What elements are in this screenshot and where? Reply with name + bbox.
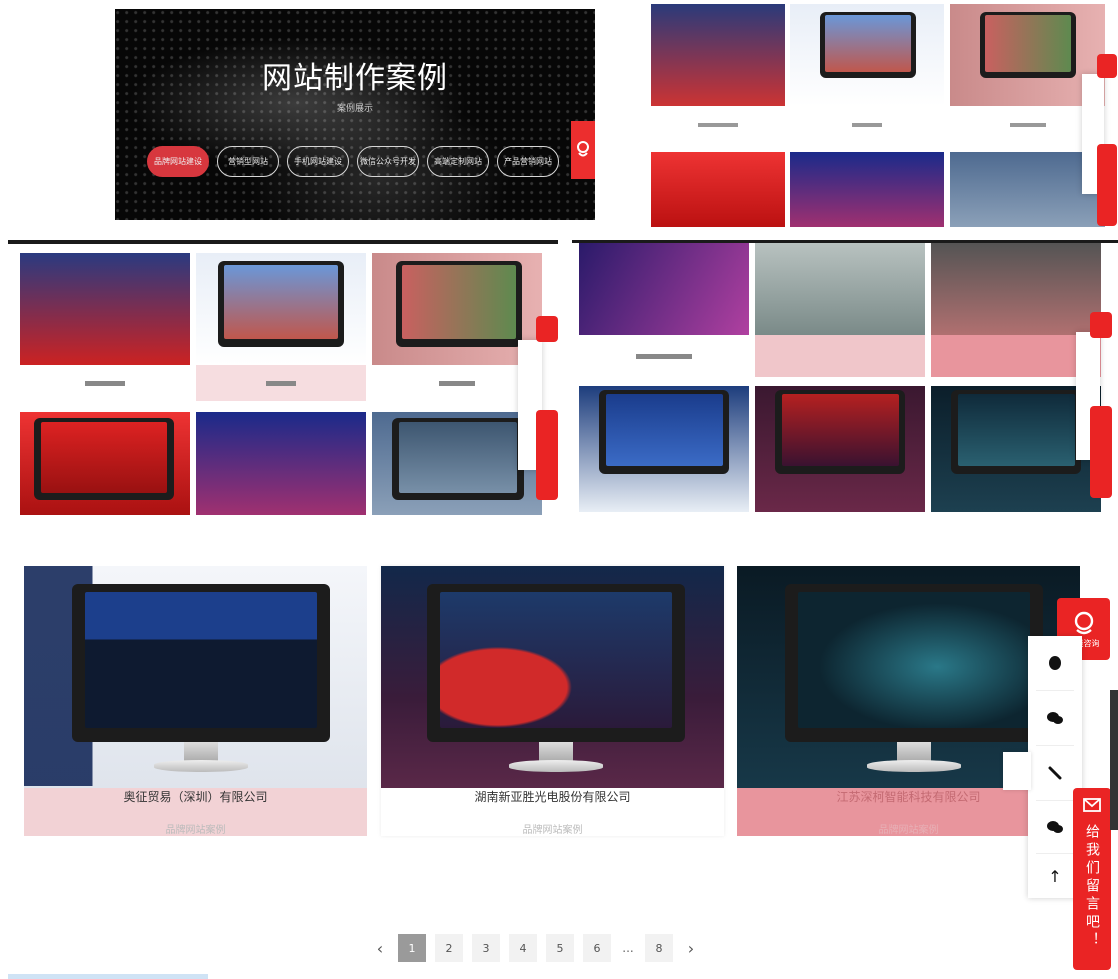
case-tag: 品牌网站案例 xyxy=(165,825,226,836)
headset-icon xyxy=(1074,611,1093,634)
case-card[interactable] xyxy=(372,412,542,515)
case-card[interactable] xyxy=(20,412,190,515)
page-button[interactable]: 4 xyxy=(509,934,537,962)
page-button[interactable]: 3 xyxy=(472,934,500,962)
case-card[interactable] xyxy=(579,386,749,512)
case-card[interactable] xyxy=(790,4,944,144)
case-name: 江苏深柯智能科技有限公司 xyxy=(836,790,981,804)
case-grid-thumbnail-2 xyxy=(8,240,558,515)
page-button[interactable]: 1 xyxy=(398,934,426,962)
category-filters: 品牌网站建设 营销型网站 手机网站建设 微信公众号开发 高端定制网站 产品营销网… xyxy=(147,146,559,177)
message-icon[interactable] xyxy=(1090,406,1112,498)
hero-title: 网站制作案例 xyxy=(262,61,448,96)
next-page-button[interactable]: › xyxy=(682,934,700,962)
case-card[interactable] xyxy=(651,4,785,144)
message-icon[interactable] xyxy=(1097,144,1117,226)
case-card-featured[interactable]: 奥征贸易（深圳）有限公司 品牌网站案例 xyxy=(24,566,367,836)
prev-page-button[interactable]: ‹ xyxy=(371,934,389,962)
case-name: 奥征贸易（深圳）有限公司 xyxy=(123,790,268,804)
case-name: 湖南新亚胜光电股份有限公司 xyxy=(474,790,631,804)
case-card[interactable] xyxy=(579,243,749,377)
case-card[interactable] xyxy=(790,152,944,227)
message-label: 给我们留言吧！ xyxy=(1084,824,1100,950)
bottom-edge-bar xyxy=(8,974,208,979)
case-card[interactable] xyxy=(196,412,366,515)
scrollbar[interactable] xyxy=(1110,690,1118,830)
category-pill[interactable]: 手机网站建设 xyxy=(287,146,349,177)
page-button-last[interactable]: 8 xyxy=(645,934,673,962)
message-icon[interactable] xyxy=(536,410,558,500)
hero-subtitle: 案例展示 xyxy=(336,104,373,114)
case-card[interactable] xyxy=(651,152,785,227)
category-pill[interactable]: 微信公众号开发 xyxy=(357,146,419,177)
category-pill[interactable]: 品牌网站建设 xyxy=(147,146,209,177)
case-grid-thumbnail-1 xyxy=(651,4,1117,227)
case-tag: 品牌网站案例 xyxy=(878,825,939,836)
case-card[interactable] xyxy=(372,253,542,401)
consult-icon[interactable] xyxy=(1090,312,1112,338)
mail-icon xyxy=(1083,798,1101,812)
case-card[interactable] xyxy=(755,243,925,377)
consult-icon[interactable] xyxy=(536,316,558,342)
case-card-featured[interactable]: 湖南新亚胜光电股份有限公司 品牌网站案例 xyxy=(381,566,724,836)
category-pill[interactable]: 高端定制网站 xyxy=(427,146,489,177)
page-button[interactable]: 2 xyxy=(435,934,463,962)
consult-icon[interactable] xyxy=(571,121,595,179)
pagination-ellipsis: ... xyxy=(622,941,634,955)
category-pill[interactable]: 产品营销网站 xyxy=(497,146,559,177)
hero-banner: 网站制作案例 案例展示 品牌网站建设 营销型网站 手机网站建设 微信公众号开发 … xyxy=(115,9,595,220)
case-card[interactable] xyxy=(20,253,190,401)
leave-message-button[interactable]: 给我们留言吧！ xyxy=(1073,788,1111,970)
case-grid-thumbnail-3 xyxy=(572,240,1118,512)
phone-popout xyxy=(1003,752,1031,790)
category-pill[interactable]: 营销型网站 xyxy=(217,146,279,177)
page-button[interactable]: 6 xyxy=(583,934,611,962)
page-button[interactable]: 5 xyxy=(546,934,574,962)
wechat-icon[interactable] xyxy=(1028,691,1082,745)
consult-icon[interactable] xyxy=(1097,54,1117,78)
case-tag: 品牌网站案例 xyxy=(522,825,583,836)
pagination: ‹ 1 2 3 4 5 6 ... 8 › xyxy=(371,934,700,962)
qq-icon[interactable] xyxy=(1028,636,1082,690)
case-card[interactable] xyxy=(196,253,366,401)
case-card[interactable] xyxy=(755,386,925,512)
hero-background xyxy=(115,9,595,220)
